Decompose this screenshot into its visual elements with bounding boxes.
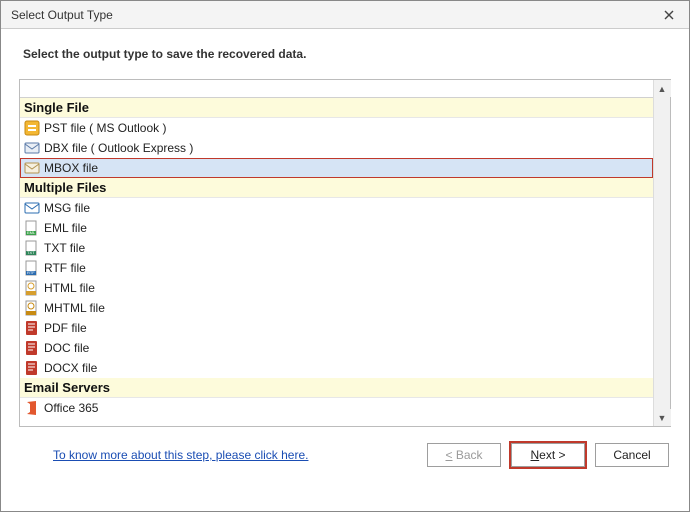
help-link[interactable]: To know more about this step, please cli… <box>53 448 308 462</box>
cancel-button[interactable]: Cancel <box>595 443 669 467</box>
close-icon <box>664 10 674 20</box>
back-button[interactable]: < Back <box>427 443 501 467</box>
item-label: PDF file <box>44 321 87 335</box>
item-msg[interactable]: MSG file <box>20 198 653 218</box>
item-label: PST file ( MS Outlook ) <box>44 121 166 135</box>
item-label: RTF file <box>44 261 86 275</box>
item-pst[interactable]: PST file ( MS Outlook ) <box>20 118 653 138</box>
next-button-label: Next > <box>530 448 565 462</box>
item-doc[interactable]: DOC file <box>20 338 653 358</box>
pdf-file-icon <box>24 320 40 336</box>
dialog-select-output-type: Select Output Type Select the output typ… <box>0 0 690 512</box>
pst-file-icon <box>24 120 40 136</box>
svg-text:RTF: RTF <box>27 270 35 275</box>
txt-file-icon: TXT <box>24 240 40 256</box>
category-single-file: Single File <box>20 98 653 118</box>
item-label: HTML file <box>44 281 95 295</box>
list-scroll-area: Single File PST file ( MS Outlook ) DBX … <box>20 98 653 426</box>
html-file-icon <box>24 280 40 296</box>
msg-file-icon <box>24 200 40 216</box>
titlebar: Select Output Type <box>1 1 689 29</box>
item-pdf[interactable]: PDF file <box>20 318 653 338</box>
item-label: TXT file <box>44 241 85 255</box>
mbox-file-icon <box>24 160 40 176</box>
office365-icon <box>24 400 40 416</box>
mhtml-file-icon <box>24 300 40 316</box>
button-bar: < Back Next > Cancel <box>427 443 669 467</box>
item-eml[interactable]: EML EML file <box>20 218 653 238</box>
category-email-servers: Email Servers <box>20 378 653 398</box>
item-label: MSG file <box>44 201 90 215</box>
item-label: DBX file ( Outlook Express ) <box>44 141 193 155</box>
item-label: EML file <box>44 221 87 235</box>
item-label: MBOX file <box>44 161 98 175</box>
item-dbx[interactable]: DBX file ( Outlook Express ) <box>20 138 653 158</box>
eml-file-icon: EML <box>24 220 40 236</box>
dialog-footer: To know more about this step, please cli… <box>1 427 689 481</box>
instruction-text: Select the output type to save the recov… <box>1 29 689 69</box>
item-html[interactable]: HTML file <box>20 278 653 298</box>
list-column-header <box>20 80 653 98</box>
item-docx[interactable]: DOCX file <box>20 358 653 378</box>
cancel-button-label: Cancel <box>613 448 650 462</box>
output-type-list: Single File PST file ( MS Outlook ) DBX … <box>19 79 671 427</box>
category-multiple-files: Multiple Files <box>20 178 653 198</box>
docx-file-icon <box>24 360 40 376</box>
scroll-down-arrow-icon[interactable]: ▼ <box>654 409 671 426</box>
scroll-up-arrow-icon[interactable]: ▲ <box>654 80 671 97</box>
dbx-file-icon <box>24 140 40 156</box>
item-txt[interactable]: TXT TXT file <box>20 238 653 258</box>
list-content: Single File PST file ( MS Outlook ) DBX … <box>20 80 653 426</box>
next-button[interactable]: Next > <box>511 443 585 467</box>
rtf-file-icon: RTF <box>24 260 40 276</box>
item-label: Office 365 <box>44 401 98 415</box>
item-office365[interactable]: Office 365 <box>20 398 653 418</box>
back-button-label: < Back <box>445 448 482 462</box>
svg-text:TXT: TXT <box>27 250 35 255</box>
titlebar-title: Select Output Type <box>11 8 113 22</box>
item-label: DOCX file <box>44 361 97 375</box>
svg-text:EML: EML <box>27 230 36 235</box>
item-label: MHTML file <box>44 301 105 315</box>
item-mbox[interactable]: MBOX file <box>20 158 653 178</box>
item-label: DOC file <box>44 341 89 355</box>
doc-file-icon <box>24 340 40 356</box>
item-mhtml[interactable]: MHTML file <box>20 298 653 318</box>
vertical-scrollbar[interactable]: ▲ ▼ <box>653 80 670 426</box>
close-button[interactable] <box>657 5 681 25</box>
item-rtf[interactable]: RTF RTF file <box>20 258 653 278</box>
